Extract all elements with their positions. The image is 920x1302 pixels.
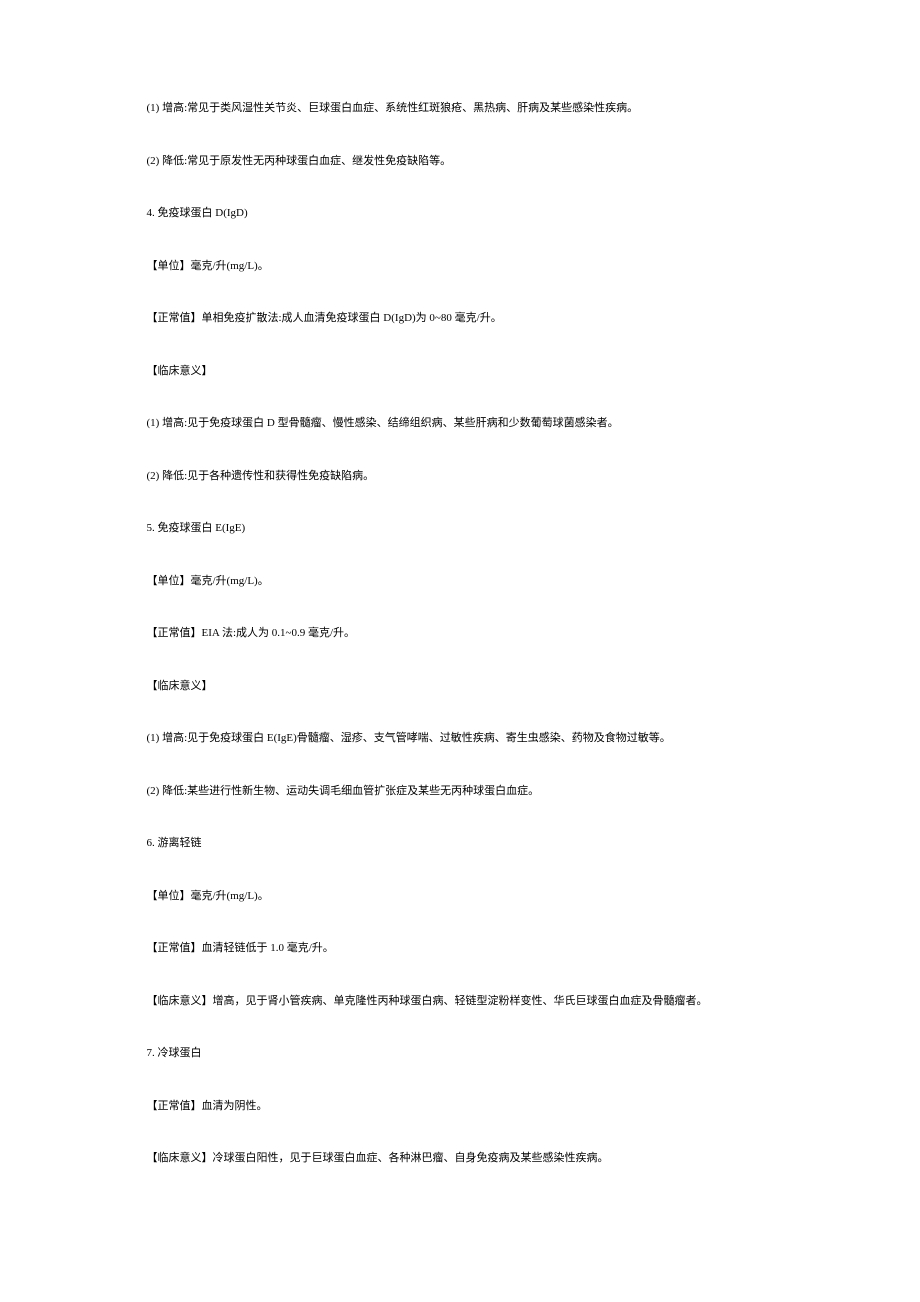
paragraph-normal-value-igd: 【正常值】单相免疫扩散法:成人血清免疫球蛋白 D(IgD)为 0~80 毫克/升… xyxy=(130,310,790,327)
paragraph-item-2-decrease-ige: (2) 降低:某些进行性新生物、运动失调毛细血管扩张症及某些无丙种球蛋白血症。 xyxy=(130,783,790,800)
paragraph-item-2-decrease-igd: (2) 降低:见于各种遗传性和获得性免疫缺陷病。 xyxy=(130,468,790,485)
paragraph-normal-value-cold-globulin: 【正常值】血清为阴性。 xyxy=(130,1098,790,1115)
paragraph-unit-igd: 【单位】毫克/升(mg/L)。 xyxy=(130,258,790,275)
paragraph-clinical-significance-cold-globulin: 【临床意义】冷球蛋白阳性，见于巨球蛋白血症、各种淋巴瘤、自身免疫病及某些感染性疾… xyxy=(130,1150,790,1167)
heading-section-5-ige: 5. 免疫球蛋白 E(IgE) xyxy=(130,520,790,537)
paragraph-clinical-significance-igd: 【临床意义】 xyxy=(130,363,790,380)
paragraph-normal-value-ige: 【正常值】EIA 法:成人为 0.1~0.9 毫克/升。 xyxy=(130,625,790,642)
heading-section-4-igd: 4. 免疫球蛋白 D(IgD) xyxy=(130,205,790,222)
paragraph-unit-light-chain: 【单位】毫克/升(mg/L)。 xyxy=(130,888,790,905)
paragraph-normal-value-light-chain: 【正常值】血清轻链低于 1.0 毫克/升。 xyxy=(130,940,790,957)
paragraph-item-1-increase-ige: (1) 增高:见于免疫球蛋白 E(IgE)骨髓瘤、湿疹、支气管哮喘、过敏性疾病、… xyxy=(130,730,790,747)
heading-section-7-cold-globulin: 7. 冷球蛋白 xyxy=(130,1045,790,1062)
paragraph-clinical-significance-ige: 【临床意义】 xyxy=(130,678,790,695)
heading-section-6-free-light-chain: 6. 游离轻链 xyxy=(130,835,790,852)
paragraph-clinical-significance-light-chain: 【临床意义】增高，见于肾小管疾病、单克隆性丙种球蛋白病、轻链型淀粉样变性、华氏巨… xyxy=(130,993,790,1010)
paragraph-unit-ige: 【单位】毫克/升(mg/L)。 xyxy=(130,573,790,590)
paragraph-item-1-increase: (1) 增高:常见于类风湿性关节炎、巨球蛋白血症、系统性红斑狼疮、黑热病、肝病及… xyxy=(130,100,790,117)
paragraph-item-1-increase-igd: (1) 增高:见于免疫球蛋白 D 型骨髓瘤、慢性感染、结缔组织病、某些肝病和少数… xyxy=(130,415,790,432)
paragraph-item-2-decrease: (2) 降低:常见于原发性无丙种球蛋白血症、继发性免疫缺陷等。 xyxy=(130,153,790,170)
